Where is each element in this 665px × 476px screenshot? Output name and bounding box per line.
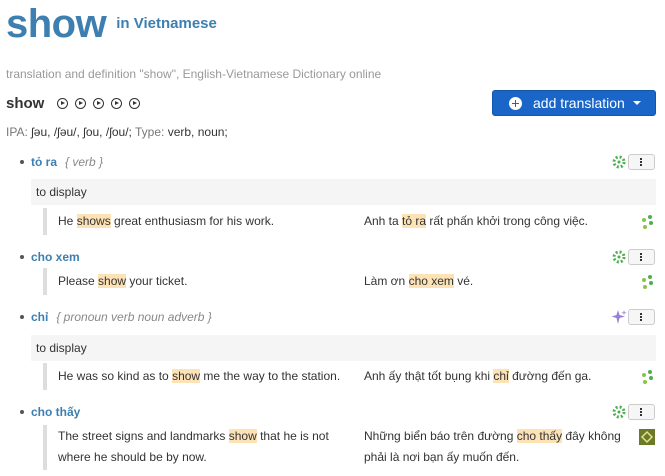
example-translation: Anh ta tỏ ra rất phấn khởi trong công vi… xyxy=(364,211,629,232)
gloss-row: to display xyxy=(31,335,656,361)
highlighted-word: shows xyxy=(76,214,111,228)
type-label: Type: xyxy=(135,125,165,139)
more-vertical-icon xyxy=(639,408,644,416)
highlighted-word: cho thấy xyxy=(516,429,563,443)
ipa-label: IPA: xyxy=(6,125,28,139)
example-text: đường đến ga. xyxy=(508,369,592,383)
example-text: He xyxy=(58,214,77,228)
translation-term[interactable]: cho xem xyxy=(31,250,80,264)
play-icon[interactable] xyxy=(75,97,87,109)
language-label[interactable]: in Vietnamese xyxy=(116,15,217,32)
term-text[interactable]: tỏ ra xyxy=(31,155,57,169)
term-text[interactable]: cho thấy xyxy=(31,405,80,419)
example-bar xyxy=(43,363,47,390)
glosbe-icon xyxy=(611,249,627,265)
glosbe-icon xyxy=(611,154,627,170)
play-icon[interactable] xyxy=(93,97,105,109)
play-icon[interactable] xyxy=(129,97,141,109)
source-icon xyxy=(642,275,653,289)
glosbe-icon xyxy=(611,404,627,420)
bullet xyxy=(20,315,24,319)
highlighted-word: show xyxy=(228,429,257,443)
entry-menu-button[interactable] xyxy=(628,404,655,420)
term-text[interactable]: cho xem xyxy=(31,250,80,264)
more-vertical-icon xyxy=(639,253,644,261)
example-translation: Những biển báo trên đường cho thấy đây k… xyxy=(364,426,629,468)
translation-term[interactable]: cho thấy xyxy=(31,405,80,419)
highlighted-word: tỏ ra xyxy=(402,214,427,228)
example-bar xyxy=(43,268,47,295)
entry-menu-button[interactable] xyxy=(628,249,655,265)
more-vertical-icon xyxy=(639,158,644,166)
ipa-line: IPA: ʃəu, /ʃəu/, ʃou, /ʃou/; Type: verb,… xyxy=(6,125,228,139)
bullet xyxy=(20,255,24,259)
type-value: verb, noun; xyxy=(167,125,228,139)
part-of-speech: { pronoun verb noun adverb } xyxy=(56,310,212,324)
example-bar xyxy=(43,425,47,470)
example-source: The street signs and landmarks show that… xyxy=(58,426,348,468)
ipa-value: ʃəu, /ʃəu/, ʃou, /ʃou/; xyxy=(31,125,132,139)
example-translation: Anh ấy thật tốt bụng khi chỉ đường đến g… xyxy=(364,366,629,387)
example-text: Làm ơn xyxy=(364,274,409,288)
entry-menu-button[interactable] xyxy=(628,309,655,325)
add-translation-label: add translation xyxy=(533,95,625,111)
source-icon xyxy=(639,429,655,445)
example-source: He shows great enthusiasm for his work. xyxy=(58,211,348,232)
example-text: Please xyxy=(58,274,99,288)
page-subtitle: translation and definition "show", Engli… xyxy=(6,67,382,81)
caret-down-icon xyxy=(632,101,641,105)
example-text: rất phấn khởi trong công việc. xyxy=(426,214,589,228)
highlighted-word: show xyxy=(98,274,127,288)
page-header: show in Vietnamese xyxy=(6,2,217,58)
translation-term[interactable]: chỉ { pronoun verb noun adverb } xyxy=(31,310,212,324)
source-icon xyxy=(642,370,653,384)
source-icon xyxy=(642,215,653,229)
page-title: show xyxy=(6,2,107,46)
example-text: vé. xyxy=(453,274,474,288)
bullet xyxy=(20,410,24,414)
example-text: your ticket. xyxy=(126,274,188,288)
plus-circle-icon xyxy=(509,96,522,110)
entry-menu-button[interactable] xyxy=(628,154,655,170)
bullet xyxy=(20,160,24,164)
translation-term[interactable]: tỏ ra { verb } xyxy=(31,155,103,169)
gloss-row: to display xyxy=(31,179,656,205)
example-text: The street signs and landmarks xyxy=(58,429,229,443)
more-vertical-icon xyxy=(639,313,644,321)
example-bar xyxy=(43,208,47,235)
headword-row: show xyxy=(6,92,141,114)
example-text: me the way to the station. xyxy=(200,369,341,383)
play-icon[interactable] xyxy=(57,97,69,109)
highlighted-word: show xyxy=(172,369,201,383)
example-text: Những biển báo trên đường xyxy=(364,429,517,443)
highlighted-word: cho xem xyxy=(408,274,454,288)
example-translation: Làm ơn cho xem vé. xyxy=(364,271,629,292)
example-text: great enthusiasm for his work. xyxy=(110,214,275,228)
example-text: He was so kind as to xyxy=(58,369,173,383)
part-of-speech: { verb } xyxy=(65,155,104,169)
example-text: Anh ta xyxy=(364,214,403,228)
add-translation-button[interactable]: add translation xyxy=(492,90,656,116)
sparkle-icon xyxy=(611,310,627,324)
example-source: Please show your ticket. xyxy=(58,271,348,292)
term-text[interactable]: chỉ xyxy=(31,310,48,324)
example-text: Anh ấy thật tốt bụng khi xyxy=(364,369,494,383)
example-source: He was so kind as to show me the way to … xyxy=(58,366,348,387)
highlighted-word: chỉ xyxy=(493,369,509,383)
play-icon[interactable] xyxy=(111,97,123,109)
headword: show xyxy=(6,94,45,112)
